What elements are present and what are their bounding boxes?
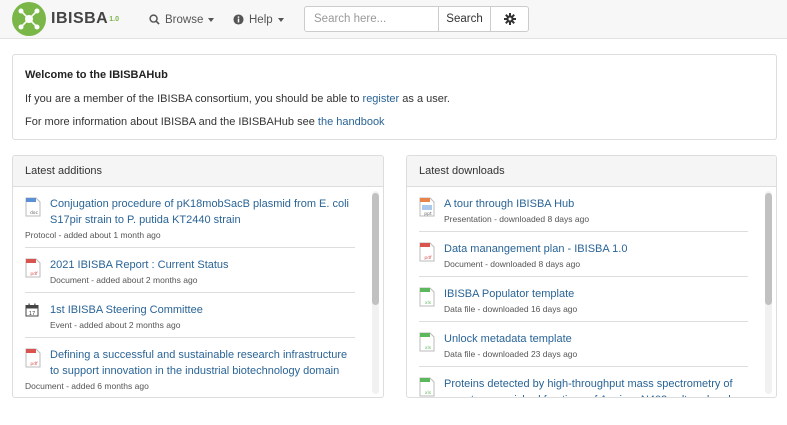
item-meta: Presentation - downloaded 8 days ago (444, 214, 590, 224)
register-text-after: as a user. (402, 93, 450, 105)
additions-scrollbar[interactable] (372, 191, 379, 394)
register-link[interactable]: register (363, 93, 400, 105)
xls-file-icon: xls (419, 377, 435, 397)
svg-text:17: 17 (29, 311, 35, 317)
svg-text:pdf: pdf (30, 271, 38, 277)
browse-label: Browse (165, 13, 204, 26)
list-item: xls Proteins detected by high-throughput… (419, 367, 748, 397)
pdf-file-icon: pdf (25, 348, 41, 371)
svg-text:xls: xls (425, 345, 432, 351)
item-meta: Protocol - added about 1 month ago (25, 230, 161, 240)
welcome-register-text: If you are a member of the IBISBA consor… (25, 93, 764, 106)
svg-text:pdf: pdf (30, 361, 38, 367)
welcome-panel: Welcome to the IBISBAHub If you are a me… (12, 54, 777, 140)
doc-file-icon: doc (25, 197, 41, 220)
handbook-link[interactable]: the handbook (318, 116, 385, 128)
latest-downloads-list[interactable]: ppt A tour through IBISBA Hub Presentati… (407, 187, 776, 397)
svg-text:doc: doc (30, 210, 39, 216)
scroll-thumb[interactable] (372, 193, 379, 305)
list-item: xls Unlock metadata template Data file -… (419, 322, 748, 367)
brand-name: IBISBA (51, 10, 109, 27)
item-meta: Document - added 6 months ago (25, 381, 149, 391)
search-icon (149, 14, 160, 25)
latest-additions-panel: Latest additions doc Conjugation procedu… (12, 155, 384, 398)
list-item: xls IBISBA Populator template Data file … (419, 277, 748, 322)
item-title-link[interactable]: Proteins detected by high-throughput mas… (444, 378, 741, 397)
latest-additions-heading: Latest additions (13, 156, 383, 187)
search-input[interactable] (304, 6, 439, 32)
svg-text:xls: xls (425, 300, 432, 306)
item-meta: Event - added about 2 months ago (50, 320, 181, 330)
chevron-down-icon (208, 17, 215, 22)
item-title-link[interactable]: Defining a successful and sustainable re… (50, 347, 355, 379)
latest-downloads-heading: Latest downloads (407, 156, 776, 187)
help-label: Help (249, 13, 273, 26)
handbook-text-before: For more information about IBISBA and th… (25, 116, 315, 128)
brand-version: 1.0 (109, 15, 119, 23)
pdf-file-icon: pdf (25, 258, 41, 281)
item-meta: Data file - downloaded 23 days ago (444, 349, 578, 359)
latest-downloads-panel: Latest downloads ppt A tour through IBIS… (406, 155, 777, 398)
list-item: 17 1st IBISBA Steering Committee Event -… (25, 293, 355, 338)
scroll-thumb[interactable] (765, 193, 772, 305)
xls-file-icon: xls (419, 287, 435, 310)
list-item: doc Conjugation procedure of pK18mobSacB… (25, 187, 355, 248)
item-title-link[interactable]: Conjugation procedure of pK18mobSacB pla… (50, 196, 355, 228)
molecule-logo-icon (12, 2, 46, 36)
svg-text:ppt: ppt (424, 211, 432, 217)
chevron-down-icon (277, 17, 284, 22)
item-meta: Data file - downloaded 16 days ago (444, 304, 578, 314)
item-title-link[interactable]: IBISBA Populator template (444, 288, 574, 300)
item-title-link[interactable]: 1st IBISBA Steering Committee (50, 304, 203, 316)
list-item: ppt A tour through IBISBA Hub Presentati… (419, 187, 748, 232)
settings-button[interactable] (490, 6, 529, 32)
latest-additions-list[interactable]: doc Conjugation procedure of pK18mobSacB… (13, 187, 383, 397)
item-meta: Document - downloaded 8 days ago (444, 259, 581, 269)
gear-icon (503, 13, 516, 25)
browse-menu[interactable]: Browse (149, 0, 215, 39)
pdf-file-icon: pdf (419, 242, 435, 265)
help-menu[interactable]: Help (233, 0, 284, 39)
item-title-link[interactable]: Data manangement plan - IBISBA 1.0 (444, 243, 627, 255)
item-title-link[interactable]: Unlock metadata template (444, 333, 572, 345)
svg-text:pdf: pdf (424, 255, 432, 261)
item-meta: Document - added about 2 months ago (50, 275, 198, 285)
brand-logo[interactable]: IBISBA 1.0 (12, 2, 119, 36)
info-icon (233, 14, 244, 25)
list-item: pdf 2021 IBISBA Report : Current Status … (25, 248, 355, 293)
list-item: pdf Defining a successful and sustainabl… (25, 338, 355, 397)
list-item: pdf Data manangement plan - IBISBA 1.0 D… (419, 232, 748, 277)
ppt-file-icon: ppt (419, 197, 435, 220)
welcome-handbook-text: For more information about IBISBA and th… (25, 116, 764, 129)
top-navbar: IBISBA 1.0 Browse Help Search (0, 0, 787, 39)
welcome-title: Welcome to the IBISBAHub (25, 69, 168, 81)
downloads-scrollbar[interactable] (765, 191, 772, 394)
svg-text:xls: xls (425, 390, 432, 396)
search-button[interactable]: Search (438, 6, 491, 32)
xls-file-icon: xls (419, 332, 435, 355)
register-text-before: If you are a member of the IBISBA consor… (25, 93, 360, 105)
item-title-link[interactable]: A tour through IBISBA Hub (444, 198, 574, 210)
calendar-icon: 17 (25, 303, 41, 320)
item-title-link[interactable]: 2021 IBISBA Report : Current Status (50, 259, 229, 271)
